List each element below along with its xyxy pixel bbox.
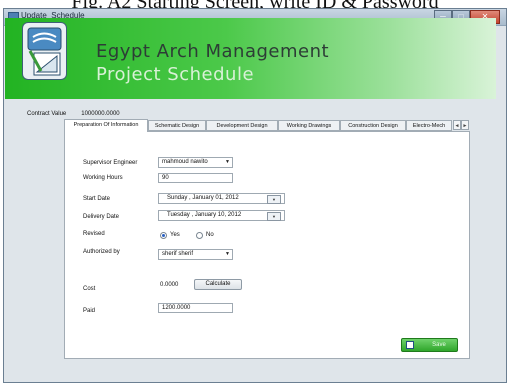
- chevron-down-icon: ▼: [225, 159, 230, 165]
- revised-no-label: No: [206, 232, 214, 238]
- tab-development-design[interactable]: Development Design: [206, 120, 278, 131]
- revised-yes-label: Yes: [170, 232, 180, 238]
- start-date-value: Sunday , January 01, 2012: [167, 195, 239, 201]
- cost-value: 0.0000: [160, 282, 179, 288]
- paid-input[interactable]: 1200.0000: [158, 303, 233, 313]
- calendar-icon[interactable]: ▼: [267, 195, 281, 204]
- revised-yes-radio[interactable]: [160, 232, 167, 239]
- authorized-value: sherif sherif: [162, 251, 194, 257]
- supervisor-label: Supervisor Engineer: [83, 160, 138, 166]
- working-hours-label: Working Hours: [83, 175, 123, 181]
- calendar-icon[interactable]: ▼: [267, 212, 281, 221]
- tab-schematic-design[interactable]: Schematic Design: [148, 120, 206, 131]
- cost-label: Cost: [83, 286, 96, 292]
- authorized-select[interactable]: sherif sherif ▼: [158, 249, 233, 260]
- revised-no-radio[interactable]: [196, 232, 203, 239]
- tab-working-drawings[interactable]: Working Drawings: [278, 120, 340, 131]
- delivery-date-picker[interactable]: Tuesday , January 10, 2012 ▼: [158, 210, 285, 221]
- save-label: Save: [432, 342, 446, 348]
- tab-preparation[interactable]: Preparation Of Information: [64, 119, 148, 132]
- save-icon: [406, 341, 414, 349]
- contract-value: Contract Value 1000000.0000: [27, 111, 120, 117]
- supervisor-value: mahmoud nawito: [162, 159, 208, 165]
- tab-electro-mech[interactable]: Electro-Mech: [406, 120, 452, 131]
- app-subtitle: Project Schedule: [96, 64, 255, 85]
- paid-label: Paid: [83, 308, 96, 314]
- contract-value-amount: 1000000.0000: [81, 111, 120, 117]
- tab-scroll-left[interactable]: ◄: [453, 120, 461, 130]
- revised-label: Revised: [83, 231, 105, 237]
- chevron-down-icon: ▼: [225, 251, 230, 257]
- delivery-date-value: Tuesday , January 10, 2012: [167, 212, 242, 218]
- working-hours-input[interactable]: 90: [158, 173, 233, 183]
- start-date-label: Start Date: [83, 196, 111, 202]
- tab-scroll-right[interactable]: ►: [461, 120, 469, 130]
- authorized-label: Authorized by: [83, 249, 120, 255]
- supervisor-select[interactable]: mahmoud nawito ▼: [158, 157, 233, 168]
- delivery-date-label: Delivery Date: [83, 214, 120, 220]
- tab-construction-design[interactable]: Construction Design: [340, 120, 406, 131]
- plans-logo-icon: [22, 22, 67, 80]
- app-title: Egypt Arch Management: [96, 41, 330, 62]
- start-date-picker[interactable]: Sunday , January 01, 2012 ▼: [158, 193, 285, 204]
- contract-value-label: Contract Value: [27, 111, 67, 117]
- calculate-button[interactable]: Calculate: [194, 279, 242, 290]
- save-button[interactable]: Save: [401, 338, 458, 352]
